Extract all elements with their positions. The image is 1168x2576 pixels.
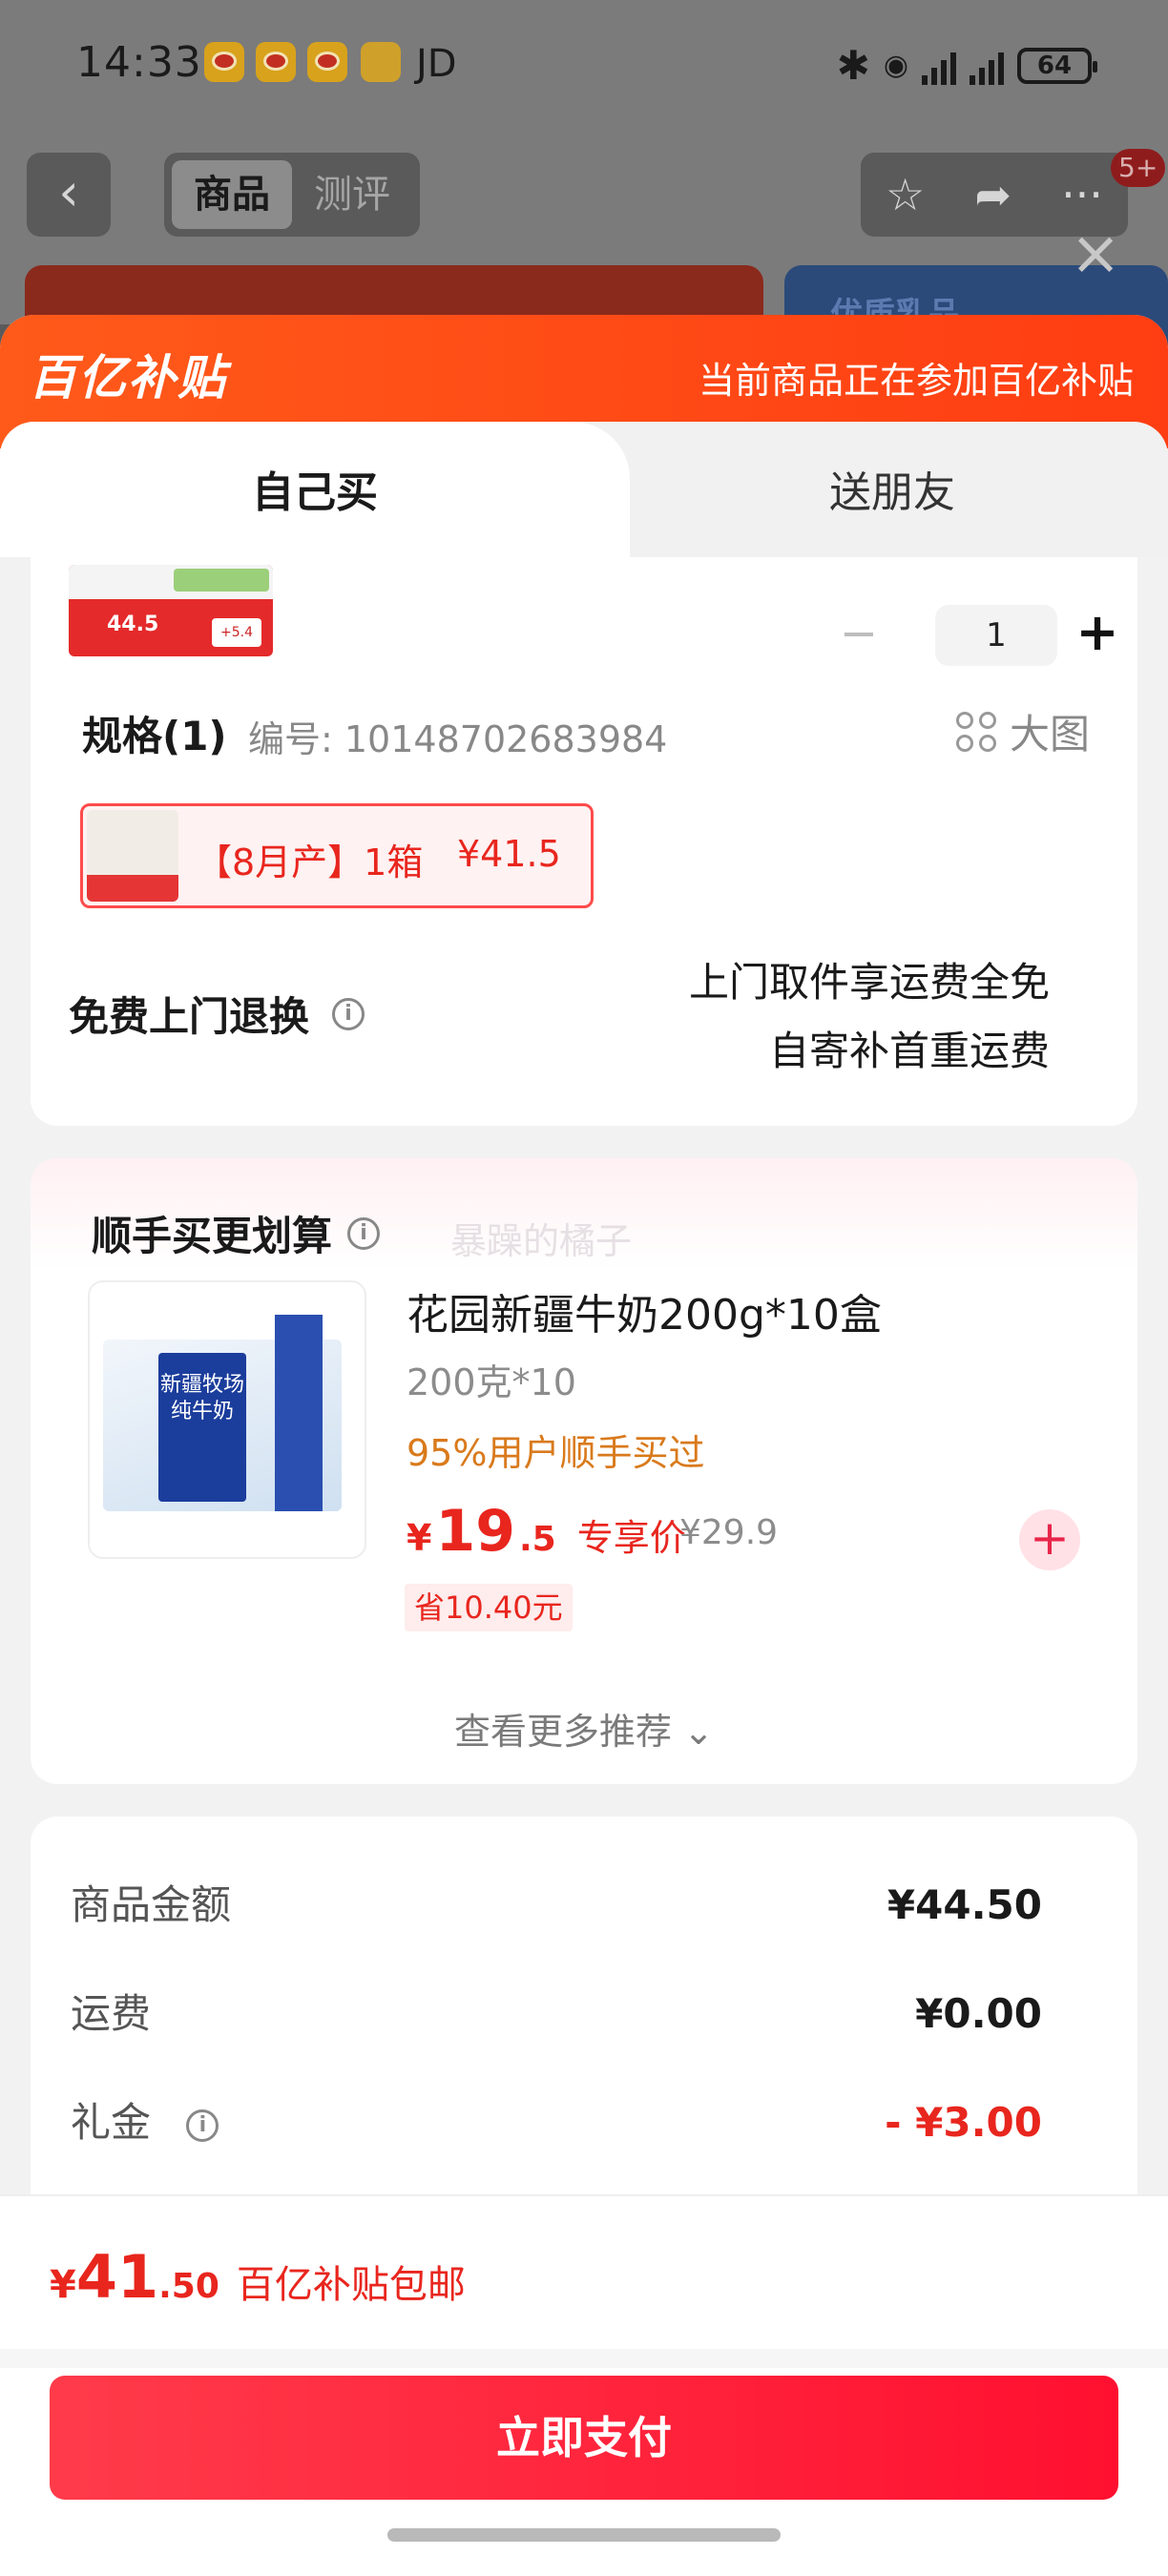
summary-row-gift: 礼金 i - ¥3.00 — [71, 2099, 1042, 2146]
tab-buy-for-self[interactable]: 自己买 — [0, 422, 630, 557]
grid-icon — [955, 711, 996, 752]
tab-review[interactable]: 测评 — [292, 160, 412, 229]
recommendation-card: 顺手买更划算 i 暴躁的橘子 新疆牧场纯牛奶 花园新疆牛奶200g*10盒 20… — [31, 1158, 1137, 1784]
pay-now-button[interactable]: 立即支付 — [50, 2376, 1118, 2500]
spec-option-thumbnail — [87, 810, 178, 902]
checkout-bar: ¥ 41 .50 百亿补贴包邮 立即支付 — [0, 2194, 1168, 2576]
original-price: ¥29.9 — [679, 1513, 779, 1552]
signal-icon — [922, 47, 956, 85]
spec-title: 规格(1) — [82, 713, 227, 759]
subsidy-logo: 百亿补贴 — [29, 350, 227, 405]
share-icon[interactable]: ➦ — [974, 169, 1012, 220]
chevron-down-icon: ⌄ — [683, 1711, 714, 1753]
recommended-product-image[interactable]: 新疆牧场纯牛奶 — [88, 1280, 366, 1559]
subsidy-note: 当前商品正在参加百亿补贴 — [698, 360, 1134, 402]
spec-option-label: 【8月产】1箱 — [196, 841, 424, 883]
nav-tabs: 商品 测评 — [164, 153, 420, 237]
free-return-title: 免费上门退换 i — [69, 985, 365, 1043]
savings-badge: 省10.40元 — [405, 1584, 573, 1631]
status-jd-label: JD — [416, 42, 457, 86]
free-return-details: 上门取件享运费全免 自寄补首重运费 — [689, 948, 1050, 1086]
status-time: 14:33 — [76, 38, 202, 87]
purchase-sheet: 百亿补贴 当前商品正在参加百亿补贴 自己买 送朋友 44.5 +5.4 − 1 … — [0, 315, 1168, 2576]
thumbnail-price: 44.5 — [107, 613, 159, 636]
weibo-app-icon — [204, 42, 244, 82]
add-recommended-button[interactable]: + — [1019, 1509, 1080, 1570]
product-thumbnail: 44.5 +5.4 — [69, 565, 273, 656]
big-picture-button[interactable]: 大图 — [955, 702, 1090, 760]
chevron-left-icon: ‹ — [58, 162, 79, 222]
bluetooth-icon: ✱ — [836, 42, 870, 89]
home-indicator[interactable] — [387, 2528, 781, 2542]
watermark: 暴躁的橘子 — [450, 1220, 633, 1262]
wifi-icon: ◉ — [883, 49, 908, 82]
product-image-label: 新疆牧场纯牛奶 — [158, 1353, 246, 1502]
recommended-product-spec: 200克*10 — [407, 1361, 576, 1403]
big-picture-label: 大图 — [1009, 711, 1090, 758]
recommended-product-price: ¥ 19 .5 专享价 — [407, 1498, 686, 1565]
tab-product[interactable]: 商品 — [172, 160, 292, 229]
summary-row-goods: 商品金额 ¥44.50 — [71, 1881, 1042, 1928]
return-line: 上门取件享运费全免 — [688, 959, 1050, 1006]
return-line: 自寄补首重运费 — [768, 1028, 1050, 1074]
bee-app-icon — [361, 42, 401, 82]
product-code: 编号: 10148702683984 — [248, 718, 668, 760]
decrease-button[interactable]: − — [828, 605, 889, 666]
spec-option-price: ¥41.5 — [457, 833, 561, 875]
recommendation-title: 顺手买更划算 i — [92, 1204, 381, 1262]
weibo-app-icon — [307, 42, 347, 82]
back-button[interactable]: ‹ — [27, 153, 111, 237]
close-icon[interactable]: × — [1067, 223, 1124, 284]
free-shipping-note: 百亿补贴包邮 — [236, 2263, 466, 2307]
buy-mode-tabs: 自己买 送朋友 — [0, 422, 1168, 557]
total-price: ¥ 41 .50 百亿补贴包邮 — [50, 2242, 466, 2312]
spec-option-selected[interactable]: 【8月产】1箱 ¥41.5 — [80, 803, 594, 908]
more-icon[interactable]: ··· — [1061, 169, 1103, 220]
price-summary-card: 商品金额 ¥44.50 运费 ¥0.00 礼金 i - ¥3.00 — [31, 1817, 1137, 2217]
info-icon[interactable]: i — [186, 2109, 219, 2142]
weibo-app-icon — [256, 42, 296, 82]
thumbnail-tag: +5.4 — [212, 618, 261, 647]
battery-icon: 64 — [1017, 47, 1097, 84]
info-icon[interactable]: i — [347, 1216, 381, 1250]
divider — [0, 2349, 1168, 2368]
social-proof: 95%用户顺手买过 — [407, 1432, 705, 1474]
increase-button[interactable]: + — [1067, 605, 1128, 666]
product-config-card: 44.5 +5.4 − 1 + 规格(1) 编号: 10148702683984… — [31, 557, 1137, 1126]
quantity-value[interactable]: 1 — [935, 605, 1057, 666]
info-icon[interactable]: i — [332, 997, 365, 1030]
message-badge: 5+ — [1111, 149, 1166, 187]
recommended-product-name[interactable]: 花园新疆牛奶200g*10盒 — [407, 1280, 882, 1341]
status-bar: 14:33 JD ✱ ◉ 64 — [0, 29, 1168, 105]
tab-send-to-friend[interactable]: 送朋友 — [658, 422, 1126, 557]
exclusive-price-label: 专享价 — [576, 1517, 686, 1559]
background-page: 14:33 JD ✱ ◉ 64 ‹ 商品 测评 ☆ ➦ ··· 5+ 优质乳品 … — [0, 0, 1168, 380]
see-more-recommendations[interactable]: 查看更多推荐 ⌄ — [31, 1702, 1137, 1755]
status-indicators: ✱ ◉ 64 — [836, 42, 1097, 89]
star-icon[interactable]: ☆ — [886, 169, 925, 220]
summary-row-shipping: 运费 ¥0.00 — [71, 1990, 1042, 2037]
signal-icon — [970, 47, 1004, 85]
quantity-stepper: − 1 + — [828, 605, 1134, 666]
